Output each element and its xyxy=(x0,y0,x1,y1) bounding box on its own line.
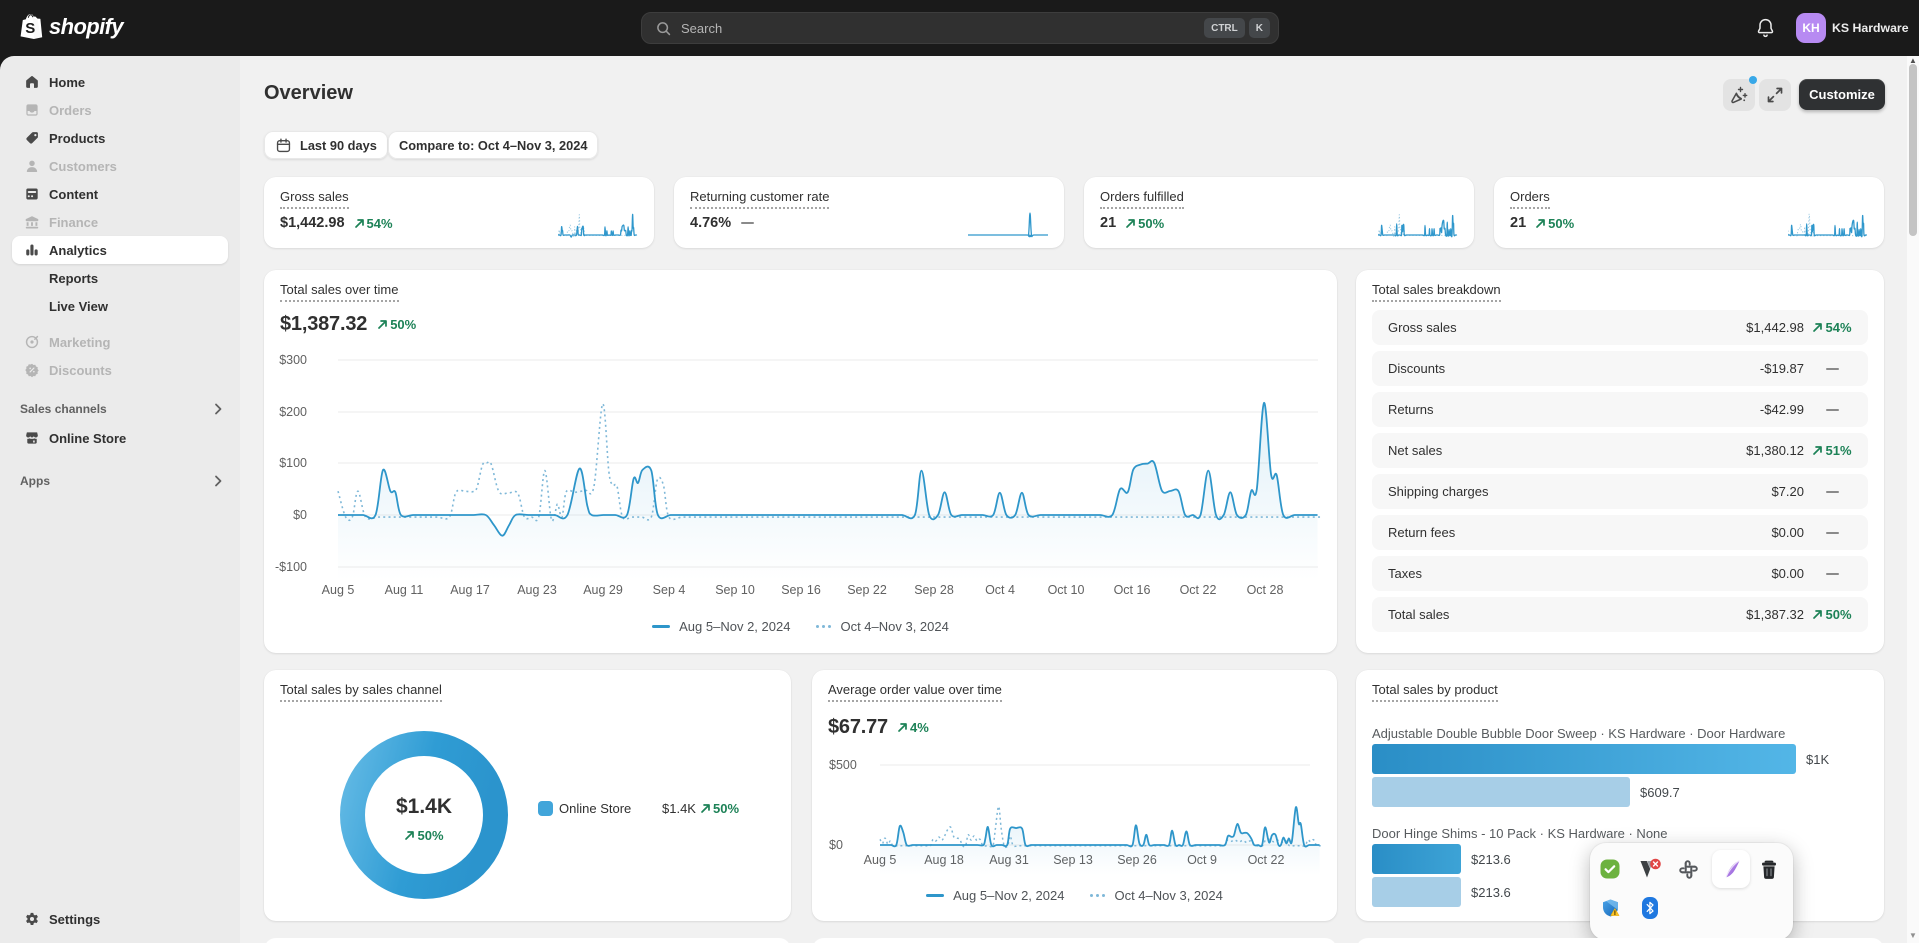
svg-text:Aug 5: Aug 5 xyxy=(322,583,355,597)
svg-text:$100: $100 xyxy=(279,456,307,470)
svg-text:Sep 28: Sep 28 xyxy=(914,583,954,597)
svg-text:Sep 10: Sep 10 xyxy=(715,583,755,597)
svg-text:-$100: -$100 xyxy=(275,560,307,574)
svg-text:Oct 16: Oct 16 xyxy=(1114,583,1151,597)
svg-text:$300: $300 xyxy=(279,353,307,367)
svg-text:Oct 4: Oct 4 xyxy=(985,583,1015,597)
svg-text:$200: $200 xyxy=(279,405,307,419)
svg-text:Sep 16: Sep 16 xyxy=(781,583,821,597)
svg-text:$0: $0 xyxy=(829,838,843,852)
svg-text:Aug 11: Aug 11 xyxy=(385,583,424,597)
svg-text:S: S xyxy=(25,20,35,37)
svg-text:Oct 22: Oct 22 xyxy=(1180,583,1217,597)
svg-text:Aug 23: Aug 23 xyxy=(517,583,557,597)
svg-text:Oct 10: Oct 10 xyxy=(1048,583,1085,597)
svg-text:Aug 29: Aug 29 xyxy=(583,583,623,597)
svg-text:Aug 17: Aug 17 xyxy=(450,583,490,597)
svg-text:Sep 4: Sep 4 xyxy=(653,583,686,597)
svg-text:$0: $0 xyxy=(293,508,307,522)
svg-text:Oct 28: Oct 28 xyxy=(1247,583,1284,597)
svg-text:Sep 22: Sep 22 xyxy=(847,583,887,597)
svg-text:$500: $500 xyxy=(829,758,857,772)
